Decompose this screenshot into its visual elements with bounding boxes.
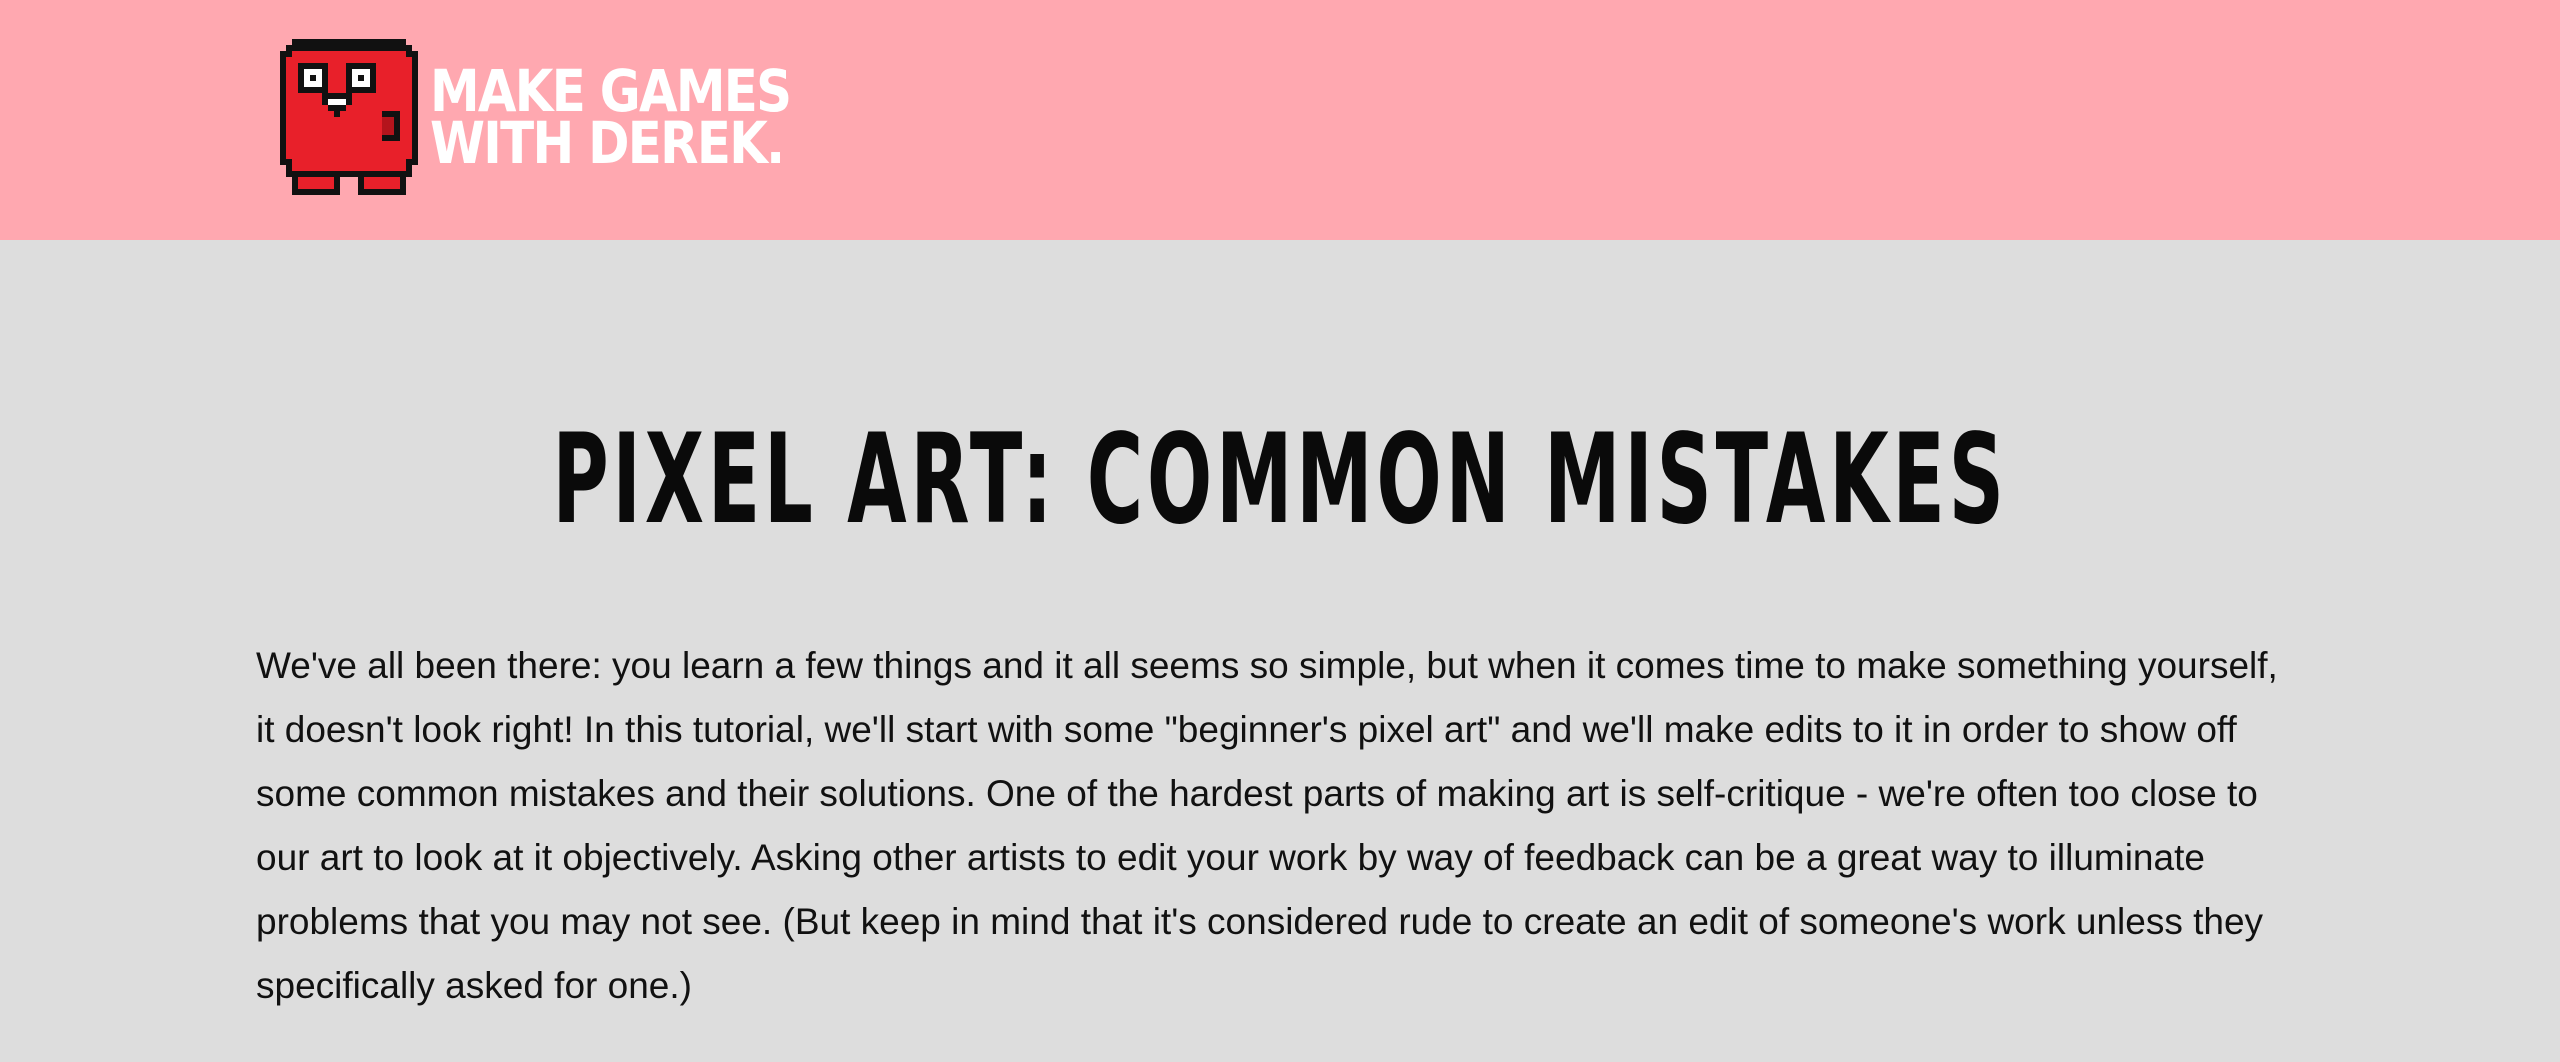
article-content: PIXEL ART: COMMON MISTAKES We've all bee… [0,240,2560,1062]
home-logo-link[interactable]: MAKE GAMES WITH DEREK. [280,38,849,196]
logo-line-2: WITH DEREK. [430,109,785,177]
logo-wordmark: MAKE GAMES WITH DEREK. [430,62,792,177]
page-title: PIXEL ART: COMMON MISTAKES [552,408,2008,552]
site-header: MAKE GAMES WITH DEREK. [0,0,2560,240]
red-pixel-mascot-icon [280,39,418,195]
intro-paragraph: We've all been there: you learn a few th… [256,645,2278,1006]
